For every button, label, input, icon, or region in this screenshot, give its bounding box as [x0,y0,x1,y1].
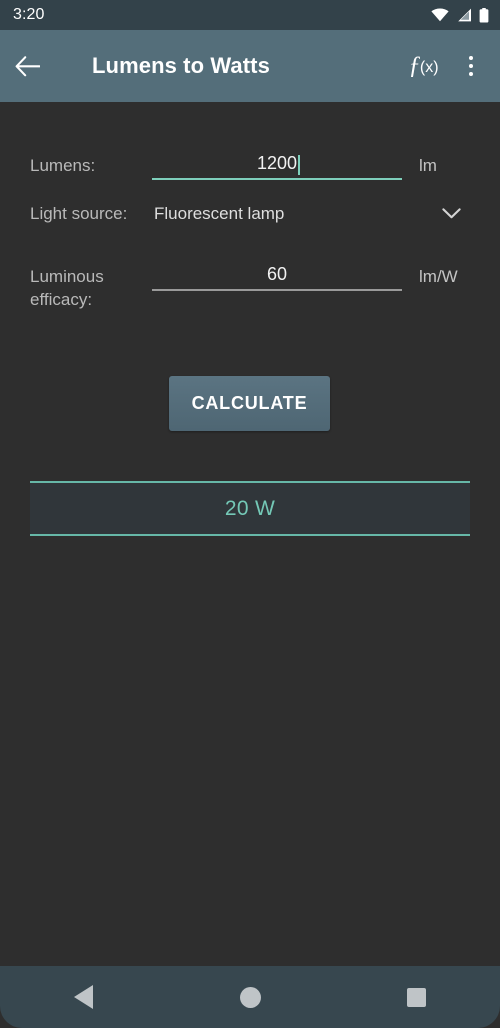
result-box: 20 W [30,481,470,536]
light-source-label-text: Light source: [30,204,128,223]
wifi-icon [431,8,449,22]
nav-recents-button[interactable] [333,966,500,1028]
light-source-spinner[interactable]: Fluorescent lamp [152,202,402,225]
nav-home-icon [239,986,261,1008]
lumens-input-wrap [152,154,402,180]
app-bar: Lumens to Watts ƒ (x) [0,30,500,102]
lumens-row: Lumens: lm [0,154,500,180]
back-arrow-icon [15,55,40,76]
lumens-unit: lm [419,156,437,175]
result-value: 20 W [224,496,276,520]
battery-icon [479,7,489,22]
luminous-efficacy-label: Luminous efficacy: [30,267,104,309]
status-bar: 3:20 [0,0,500,30]
overflow-menu-button[interactable] [448,30,494,102]
cell-signal-icon [458,8,471,22]
light-source-row: Light source: Fluorescent lamp [0,202,500,225]
luminous-efficacy-unit: lm/W [419,267,458,286]
light-source-dropdown-arrow-cell [402,202,500,225]
more-vert-dot [469,64,473,68]
nav-back-button[interactable] [0,966,167,1028]
light-source-label: Light source: [30,202,152,225]
light-source-spinner-wrap: Fluorescent lamp [152,202,402,225]
text-caret [298,155,301,175]
formula-x-glyph: (x) [419,59,439,76]
nav-recents-icon [407,987,427,1007]
chevron-down-icon[interactable] [442,208,461,219]
calculate-button[interactable]: CALCULATE [169,376,330,431]
more-vert-dot [469,72,473,76]
luminous-efficacy-input[interactable] [152,265,402,291]
lumens-input[interactable] [152,154,402,180]
phone-screen: 3:20 Lumens to Watts ƒ (x) Lumens: 1200 … [0,0,500,1028]
luminous-efficacy-input-wrap [152,265,402,291]
luminous-efficacy-row: Luminous efficacy: lm/W [0,265,500,311]
formula-button[interactable]: ƒ (x) [400,29,448,103]
nav-back-icon [73,985,93,1009]
status-clock: 3:20 [13,5,45,23]
lumens-label: Lumens: [30,156,96,175]
system-navigation-bar [0,966,500,1028]
page-title: Lumens to Watts [92,53,270,78]
status-icons [431,7,489,23]
back-button[interactable] [0,30,54,102]
nav-home-button[interactable] [167,966,334,1028]
more-vert-dot [469,56,473,60]
